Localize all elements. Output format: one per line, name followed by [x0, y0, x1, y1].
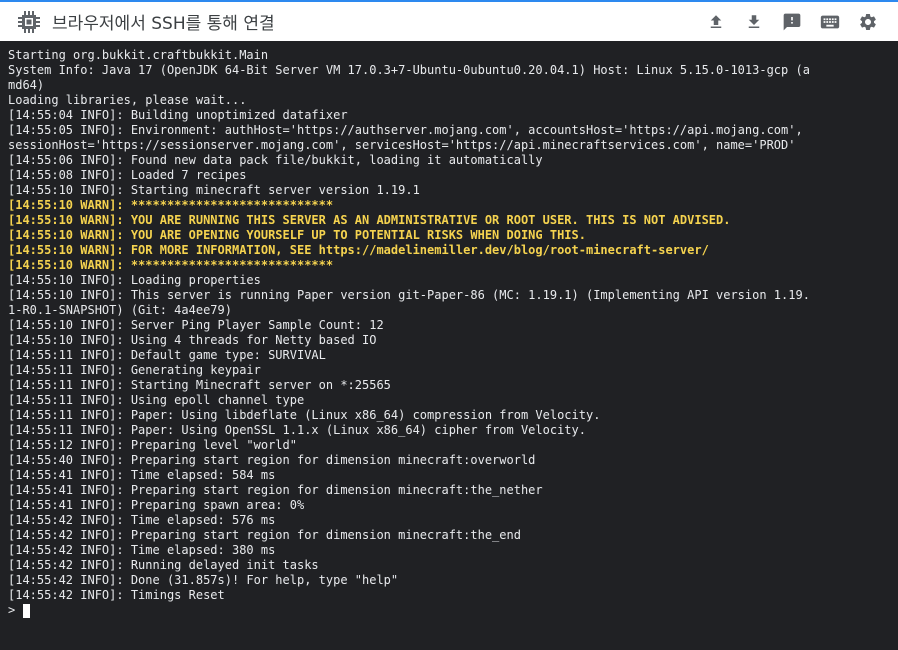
terminal-line: [14:55:10 WARN]: YOU ARE OPENING YOURSEL… — [8, 228, 586, 242]
keyboard-icon[interactable] — [818, 10, 842, 34]
terminal-line: 1-R0.1-SNAPSHOT) (Git: 4a4ee79) — [8, 303, 232, 317]
terminal-line: System Info: Java 17 (OpenJDK 64-Bit Ser… — [8, 63, 810, 77]
prompt-symbol: > — [8, 603, 16, 617]
terminal-line: [14:55:10 INFO]: Starting minecraft serv… — [8, 183, 420, 197]
terminal-line: [14:55:11 INFO]: Starting Minecraft serv… — [8, 378, 391, 392]
terminal-line: [14:55:08 INFO]: Loaded 7 recipes — [8, 168, 247, 182]
terminal-line: [14:55:06 INFO]: Found new data pack fil… — [8, 153, 543, 167]
terminal-line: [14:55:42 INFO]: Time elapsed: 576 ms — [8, 513, 276, 527]
terminal-line: [14:55:10 WARN]: ***********************… — [8, 198, 334, 212]
terminal-line: [14:55:42 INFO]: Preparing start region … — [8, 528, 521, 542]
terminal-output[interactable]: Starting org.bukkit.craftbukkit.Main Syst… — [0, 41, 898, 650]
terminal-line: Starting org.bukkit.craftbukkit.Main — [8, 48, 269, 62]
settings-icon[interactable] — [856, 10, 880, 34]
terminal-line: [14:55:11 INFO]: Default game type: SURV… — [8, 348, 326, 362]
terminal-line: [14:55:10 WARN]: FOR MORE INFORMATION, S… — [8, 243, 709, 257]
toolbar-actions — [704, 10, 880, 34]
terminal-line: [14:55:12 INFO]: Preparing level "world" — [8, 438, 297, 452]
terminal-line: [14:55:42 INFO]: Time elapsed: 380 ms — [8, 543, 276, 557]
terminal-line: [14:55:04 INFO]: Building unoptimized da… — [8, 108, 348, 122]
terminal-line: [14:55:42 INFO]: Running delayed init ta… — [8, 558, 319, 572]
terminal-line: [14:55:41 INFO]: Time elapsed: 584 ms — [8, 468, 276, 482]
chip-icon — [16, 9, 42, 35]
terminal-line: [14:55:41 INFO]: Preparing spawn area: 0… — [8, 498, 305, 512]
terminal-line: sessionHost='https://sessionserver.mojan… — [8, 138, 796, 152]
terminal-line: Loading libraries, please wait... — [8, 93, 247, 107]
terminal-line: md64) — [8, 78, 45, 92]
upload-icon[interactable] — [704, 10, 728, 34]
terminal-line: [14:55:10 WARN]: YOU ARE RUNNING THIS SE… — [8, 213, 731, 227]
terminal-line: [14:55:10 INFO]: Using 4 threads for Net… — [8, 333, 377, 347]
terminal-line: [14:55:10 WARN]: ***********************… — [8, 258, 334, 272]
window-title: 브라우저에서 SSH를 통해 연결 — [52, 14, 275, 34]
feedback-icon[interactable] — [780, 10, 804, 34]
terminal-line: [14:55:10 INFO]: Loading properties — [8, 273, 261, 287]
terminal-line: [14:55:42 INFO]: Timings Reset — [8, 588, 225, 602]
terminal-line: [14:55:10 INFO]: Server Ping Player Samp… — [8, 318, 384, 332]
terminal-line: [14:55:11 INFO]: Paper: Using libdeflate… — [8, 408, 601, 422]
download-icon[interactable] — [742, 10, 766, 34]
terminal-line: [14:55:40 INFO]: Preparing start region … — [8, 453, 536, 467]
terminal-line: [14:55:11 INFO]: Paper: Using OpenSSL 1.… — [8, 423, 586, 437]
terminal-line: [14:55:41 INFO]: Preparing start region … — [8, 483, 543, 497]
text-cursor — [23, 603, 31, 618]
terminal-lines: Starting org.bukkit.craftbukkit.Main Syst… — [8, 48, 890, 603]
prompt-line[interactable]: > — [8, 603, 890, 618]
title-bar: 브라우저에서 SSH를 통해 연결 — [0, 0, 898, 41]
terminal-line: [14:55:42 INFO]: Done (31.857s)! For hel… — [8, 573, 399, 587]
terminal-line: [14:55:05 INFO]: Environment: authHost='… — [8, 123, 803, 137]
terminal-line: [14:55:11 INFO]: Generating keypair — [8, 363, 261, 377]
terminal-line: [14:55:11 INFO]: Using epoll channel typ… — [8, 393, 305, 407]
terminal-line: [14:55:10 INFO]: This server is running … — [8, 288, 810, 302]
